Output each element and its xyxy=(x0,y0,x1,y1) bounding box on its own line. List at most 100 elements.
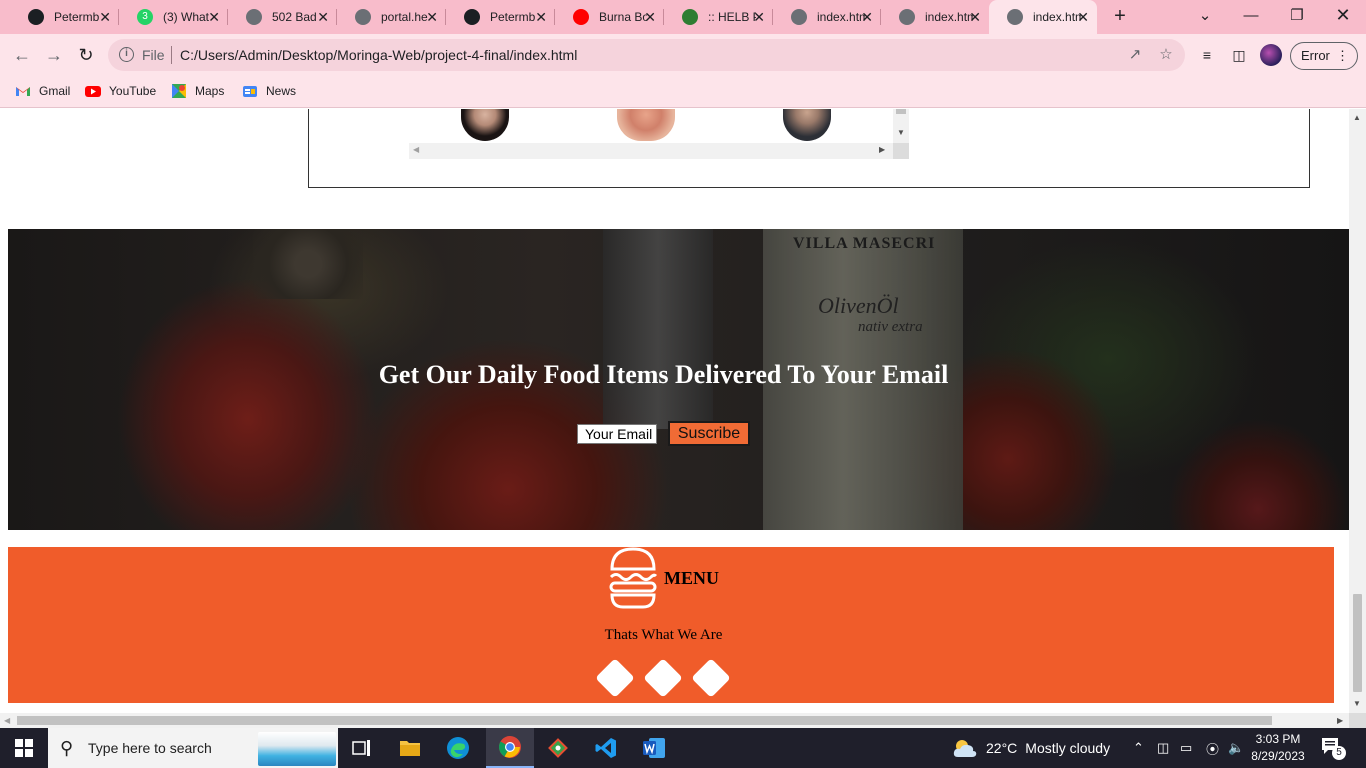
page-vertical-scrollbar[interactable]: ▲ ▼ xyxy=(1349,109,1366,713)
page-viewport: ▼ ◀ ▶ VILLA MASECRI OlivenÖl nativ extra… xyxy=(0,109,1349,713)
scrollbar-corner xyxy=(893,143,909,159)
social-link-icon[interactable] xyxy=(595,658,635,698)
windows-logo-icon xyxy=(15,739,33,757)
tab-label: Petermb xyxy=(490,10,536,24)
forward-button[interactable]: → xyxy=(41,42,67,68)
reading-list-icon[interactable]: ≡ xyxy=(1198,46,1216,64)
browser-toolbar: ← → ↻ i File C:/Users/Admin/Desktop/Mori… xyxy=(0,34,1366,76)
page-horizontal-scrollbar[interactable]: ◀ ▶ xyxy=(0,713,1349,728)
windows-taskbar: ⚲ Type here to search 22°C Mostly cloudy… xyxy=(0,728,1366,768)
scroll-down-arrow-icon[interactable]: ▼ xyxy=(893,126,909,140)
address-bar[interactable]: i File C:/Users/Admin/Desktop/Moringa-We… xyxy=(108,39,1185,71)
edge-icon[interactable] xyxy=(434,728,482,768)
tab-close-icon[interactable]: ✕ xyxy=(753,9,765,25)
scroll-left-arrow-icon[interactable]: ◀ xyxy=(413,145,419,154)
social-link-icon[interactable] xyxy=(691,658,731,698)
email-input[interactable]: Your Email xyxy=(577,424,657,444)
volume-icon[interactable]: 🔈 xyxy=(1228,728,1244,768)
browser-tab[interactable]: portal.he ✕ xyxy=(337,0,446,34)
start-button[interactable] xyxy=(0,728,48,768)
testimonial-avatar xyxy=(461,109,509,141)
testimonial-avatar xyxy=(783,109,831,141)
reload-button[interactable]: ↻ xyxy=(73,42,99,68)
chrome-icon[interactable] xyxy=(486,728,534,768)
vscode-icon[interactable] xyxy=(582,728,630,768)
bookmark-label: Maps xyxy=(195,84,225,98)
more-menu-icon[interactable]: ⋮ xyxy=(1336,43,1349,69)
restore-button[interactable]: ❐ xyxy=(1274,0,1320,30)
profile-error-button[interactable]: Error ⋮ xyxy=(1290,42,1358,70)
url-text[interactable]: C:/Users/Admin/Desktop/Moringa-Web/proje… xyxy=(180,47,577,63)
tab-label: portal.he xyxy=(381,10,428,24)
tab-close-icon[interactable]: ✕ xyxy=(317,9,329,25)
browser-tab[interactable]: index.htm ✕ xyxy=(989,0,1097,34)
taskbar-clock[interactable]: 3:03 PM 8/29/2023 xyxy=(1248,731,1308,765)
tray-chevron-icon[interactable]: ⌃ xyxy=(1133,728,1144,768)
scroll-down-arrow-icon[interactable]: ▼ xyxy=(1353,699,1361,708)
address-divider xyxy=(171,46,172,64)
scroll-left-arrow-icon[interactable]: ◀ xyxy=(4,716,10,725)
battery-icon[interactable]: ▭ xyxy=(1180,728,1192,768)
scrollbar-thumb[interactable] xyxy=(1353,594,1362,692)
git-gui-icon[interactable] xyxy=(534,728,582,768)
wifi-icon[interactable]: ⦿ xyxy=(1206,728,1219,768)
tab-close-icon[interactable]: ✕ xyxy=(644,9,656,25)
side-panel-icon[interactable]: ◫ xyxy=(1230,46,1248,64)
profile-avatar[interactable] xyxy=(1260,44,1282,66)
scroll-right-arrow-icon[interactable]: ▶ xyxy=(1337,716,1343,725)
scroll-right-arrow-icon[interactable]: ▶ xyxy=(879,145,885,154)
tab-search-chevron-icon[interactable]: ⌄ xyxy=(1182,0,1228,30)
notification-center-icon[interactable]: 5 xyxy=(1320,736,1348,760)
meet-now-icon[interactable]: ◫ xyxy=(1157,728,1169,768)
browser-tab[interactable]: Burna Bo ✕ xyxy=(555,0,664,34)
browser-tab[interactable]: index.htm ✕ xyxy=(881,0,989,34)
site-info-icon[interactable]: i xyxy=(119,47,134,62)
bottle-brand-text: VILLA MASECRI xyxy=(793,235,936,252)
tab-close-icon[interactable]: ✕ xyxy=(1077,9,1089,25)
scrollbar-thumb[interactable] xyxy=(896,109,906,114)
social-link-icon[interactable] xyxy=(643,658,683,698)
bookmark-maps[interactable]: Maps xyxy=(171,83,224,99)
close-window-button[interactable]: ✕ xyxy=(1320,0,1366,30)
tab-strip: Petermb ✕ 3 (3) What ✕ 502 Bad ✕ portal.he ✕ Pete… xyxy=(0,0,1366,34)
scrollbar-thumb[interactable] xyxy=(17,716,1272,725)
share-icon[interactable]: ↗ xyxy=(1126,46,1144,64)
helb-icon xyxy=(682,9,698,25)
browser-tab[interactable]: Petermb ✕ xyxy=(10,0,119,34)
browser-tab[interactable]: :: HELB P ✕ xyxy=(664,0,773,34)
file-explorer-icon[interactable] xyxy=(386,728,434,768)
scrollbar-corner xyxy=(1349,713,1366,728)
bookmark-label: YouTube xyxy=(109,84,157,98)
weather-condition: Mostly cloudy xyxy=(1025,740,1111,756)
tab-close-icon[interactable]: ✕ xyxy=(99,9,111,25)
tab-close-icon[interactable]: ✕ xyxy=(208,9,220,25)
browser-tab[interactable]: index.htm ✕ xyxy=(773,0,881,34)
bookmark-youtube[interactable]: YouTube xyxy=(85,83,156,99)
bookmark-label: News xyxy=(266,84,297,98)
minimize-button[interactable]: — xyxy=(1228,0,1274,30)
word-icon[interactable] xyxy=(630,728,678,768)
grinder-image xyxy=(603,229,713,429)
scroll-up-arrow-icon[interactable]: ▲ xyxy=(1353,113,1361,122)
back-button[interactable]: ← xyxy=(9,42,35,68)
bookmark-news[interactable]: News xyxy=(242,83,296,99)
task-view-icon[interactable] xyxy=(338,728,386,768)
subscribe-button[interactable]: Suscribe xyxy=(668,421,750,446)
bookmark-star-icon[interactable]: ☆ xyxy=(1157,46,1175,64)
tab-close-icon[interactable]: ✕ xyxy=(426,9,438,25)
search-icon: ⚲ xyxy=(60,738,74,758)
tab-close-icon[interactable]: ✕ xyxy=(535,9,547,25)
bottle-product-sub-text: nativ extra xyxy=(858,319,923,335)
testimonials-scroll-area[interactable]: ▼ ◀ ▶ xyxy=(409,109,909,159)
taskbar-search[interactable]: ⚲ Type here to search xyxy=(48,728,338,768)
browser-tab[interactable]: 3 (3) What ✕ xyxy=(119,0,228,34)
browser-tab[interactable]: 502 Bad ✕ xyxy=(228,0,337,34)
tab-close-icon[interactable]: ✕ xyxy=(969,9,981,25)
browser-tab[interactable]: Petermb ✕ xyxy=(446,0,555,34)
horizontal-scrollbar[interactable]: ◀ ▶ xyxy=(409,143,893,159)
bookmark-gmail[interactable]: Gmail xyxy=(15,83,70,99)
new-tab-button[interactable]: + xyxy=(1109,6,1131,28)
footer-title: MENU xyxy=(664,568,719,588)
weather-widget[interactable]: 22°C Mostly cloudy xyxy=(952,728,1110,768)
tab-close-icon[interactable]: ✕ xyxy=(861,9,873,25)
